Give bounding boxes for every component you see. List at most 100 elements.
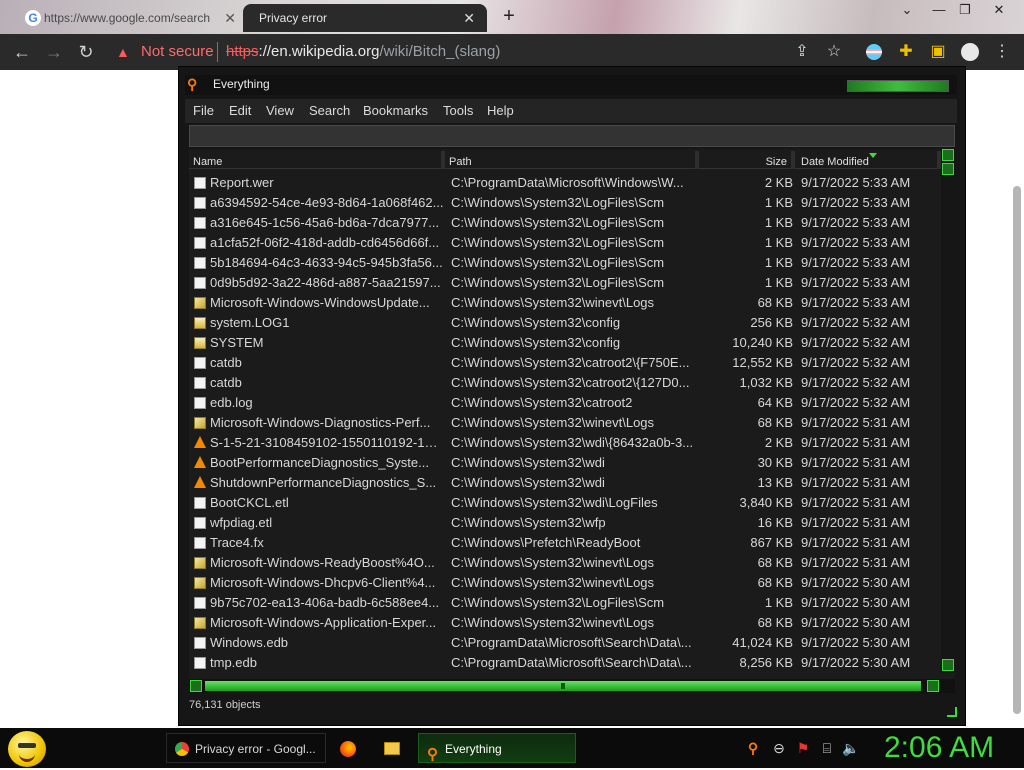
window-controls[interactable]	[847, 80, 949, 92]
firefox-icon	[340, 741, 356, 757]
cell-name: catdb	[210, 355, 242, 370]
menu-help[interactable]: Help	[487, 103, 514, 118]
cell-path: C:\Windows\System32\wdi	[451, 455, 605, 470]
event-log-icon	[194, 297, 206, 309]
table-row[interactable]: a1cfa52f-06f2-418d-addb-cd6456d66f... C:\…	[189, 233, 941, 253]
table-row[interactable]: edb.log C:\Windows\System32\catroot2 64 KB…	[189, 393, 941, 413]
column-name[interactable]: Name	[189, 151, 445, 169]
column-date-modified[interactable]: Date Modified	[795, 151, 941, 169]
table-row[interactable]: 9b75c702-ea13-406a-badb-6c588ee4... C:\Wi…	[189, 593, 941, 613]
table-row[interactable]: wfpdiag.etl C:\Windows\System32\wfp 16 KB 9…	[189, 513, 941, 533]
extensions-icon[interactable]: ✚	[894, 40, 918, 64]
network-icon[interactable]: ⌸	[818, 740, 836, 757]
table-row[interactable]: BootPerformanceDiagnostics_Syste... C:\Wi…	[189, 453, 941, 473]
minimize-icon[interactable]: —	[928, 2, 950, 17]
taskbar-explorer[interactable]	[382, 733, 404, 763]
table-row[interactable]: catdb C:\Windows\System32\catroot2\{127D0…	[189, 373, 941, 393]
registry-file-icon	[194, 317, 206, 329]
new-tab-button[interactable]: +	[500, 5, 518, 27]
table-row[interactable]: Microsoft-Windows-WindowsUpdate... C:\Win…	[189, 293, 941, 313]
cell-date: 9/17/2022 5:31 AM	[801, 415, 911, 430]
cell-size: 1 KB	[764, 255, 793, 270]
address-bar[interactable]: ▲ Not secure https://en.wikipedia.org/wi…	[108, 38, 518, 66]
profile-flag-icon[interactable]	[862, 40, 886, 64]
back-icon[interactable]: ←	[10, 40, 34, 64]
table-row[interactable]: BootCKCL.etl C:\Windows\System32\wdi\LogF…	[189, 493, 941, 513]
scroll-right-button[interactable]	[927, 680, 939, 692]
table-row[interactable]: S-1-5-21-3108459102-1550110192-190... C:\…	[189, 433, 941, 453]
table-row[interactable]: Microsoft-Windows-Diagnostics-Perf... C:\…	[189, 413, 941, 433]
menu-bookmarks[interactable]: Bookmarks	[363, 103, 428, 118]
table-row[interactable]: system.LOG1 C:\Windows\System32\config 256…	[189, 313, 941, 333]
scroll-left-button[interactable]	[190, 680, 202, 692]
menu-icon[interactable]: ⋮	[990, 40, 1014, 64]
cell-name: wfpdiag.etl	[210, 515, 273, 530]
tab-title: Privacy error	[259, 11, 328, 25]
menu-edit[interactable]: Edit	[229, 103, 251, 118]
cell-path: C:\Windows\System32\config	[451, 335, 621, 350]
table-row[interactable]: 5b184694-64c3-4633-94c5-945b3fa56... C:\W…	[189, 253, 941, 273]
chevron-down-icon[interactable]: ⌄	[896, 2, 918, 18]
table-row[interactable]: SYSTEM C:\Windows\System32\config 10,240 K…	[189, 333, 941, 353]
cell-path: C:\ProgramData\Microsoft\Search\Data\...	[451, 655, 692, 670]
page-scrollbar[interactable]	[1013, 186, 1021, 714]
table-row[interactable]: Windows.edb C:\ProgramData\Microsoft\Sear…	[189, 633, 941, 653]
file-icon	[194, 237, 206, 249]
search-input[interactable]	[189, 125, 955, 147]
horizontal-scroll-thumb[interactable]	[205, 681, 921, 691]
tray-everything-icon[interactable]: ⚲	[744, 740, 762, 757]
window-title: Everything	[213, 77, 270, 91]
everything-titlebar[interactable]: ⚲ Everything	[185, 75, 957, 95]
table-row[interactable]: Report.wer C:\ProgramData\Microsoft\Windo…	[189, 173, 941, 193]
menu-file[interactable]: File	[193, 103, 214, 118]
table-row[interactable]: a6394592-54ce-4e93-8d64-1a068f462... C:\W…	[189, 193, 941, 213]
table-row[interactable]: 0d9b5d92-3a22-486d-a887-5aa21597... C:\Wi…	[189, 273, 941, 293]
close-icon[interactable]: ✕	[224, 4, 236, 32]
bookmark-star-icon[interactable]: ☆	[822, 40, 846, 64]
tray-security-icon[interactable]: ⚑	[794, 740, 812, 757]
menu-tools[interactable]: Tools	[443, 103, 473, 118]
cell-date: 9/17/2022 5:33 AM	[801, 195, 911, 210]
menu-search[interactable]: Search	[309, 103, 350, 118]
close-icon[interactable]: ✕	[463, 4, 475, 32]
cell-date: 9/17/2022 5:30 AM	[801, 595, 911, 610]
forward-icon[interactable]: →	[42, 40, 66, 64]
menu-view[interactable]: View	[266, 103, 294, 118]
volume-icon[interactable]: 🔈	[842, 740, 860, 757]
start-button-smiley-icon[interactable]	[8, 731, 46, 767]
scroll-down-button[interactable]	[942, 659, 954, 671]
resize-grip[interactable]	[947, 707, 957, 717]
cell-path: C:\Windows\Prefetch\ReadyBoot	[451, 535, 641, 550]
restore-icon[interactable]: ❐	[954, 2, 976, 18]
avatar[interactable]	[958, 40, 982, 64]
taskbar-chrome[interactable]: Privacy error - Googl...	[166, 733, 326, 763]
column-size[interactable]: Size	[699, 151, 795, 169]
table-row[interactable]: ShutdownPerformanceDiagnostics_S... C:\Wi…	[189, 473, 941, 493]
table-row[interactable]: Trace4.fx C:\Windows\Prefetch\ReadyBoot 86…	[189, 533, 941, 553]
table-row[interactable]: Microsoft-Windows-ReadyBoost%4O... C:\Win…	[189, 553, 941, 573]
table-row[interactable]: Microsoft-Windows-Dhcpv6-Client%4... C:\W…	[189, 573, 941, 593]
taskbar-firefox[interactable]	[338, 733, 360, 763]
vertical-scrollbar[interactable]	[941, 149, 955, 673]
tab-google-search[interactable]: G https://www.google.com/search ✕	[8, 4, 248, 32]
tab-privacy-error[interactable]: Privacy error ✕	[243, 4, 487, 32]
horizontal-scrollbar[interactable]	[189, 679, 955, 693]
tray-minus-icon[interactable]: ⊖	[770, 740, 788, 757]
cell-date: 9/17/2022 5:33 AM	[801, 255, 911, 270]
clock[interactable]: 2:06 AM	[884, 731, 994, 765]
cell-name: a316e645-1c56-45a6-bd6a-7dca7977...	[210, 215, 440, 230]
table-row[interactable]: Microsoft-Windows-Application-Exper... C:…	[189, 613, 941, 633]
side-panel-icon[interactable]: ▣	[926, 40, 950, 64]
table-row[interactable]: catdb C:\Windows\System32\catroot2\{F750E…	[189, 353, 941, 373]
share-icon[interactable]: ⇪	[790, 40, 814, 64]
scroll-up-button[interactable]	[942, 149, 954, 161]
table-row[interactable]: tmp.edb C:\ProgramData\Microsoft\Search\D…	[189, 653, 941, 673]
scroll-thumb[interactable]	[942, 163, 954, 175]
taskbar-everything[interactable]: ⚲ Everything	[418, 733, 576, 763]
table-row[interactable]: a316e645-1c56-45a6-bd6a-7dca7977... C:\Wi…	[189, 213, 941, 233]
url-text[interactable]: https://en.wikipedia.org/wiki/Bitch_(sla…	[226, 38, 500, 66]
close-window-icon[interactable]: ✕	[988, 2, 1010, 18]
not-secure-label[interactable]: Not secure	[141, 38, 214, 66]
column-path[interactable]: Path	[445, 151, 699, 169]
reload-icon[interactable]: ↻	[74, 40, 98, 64]
